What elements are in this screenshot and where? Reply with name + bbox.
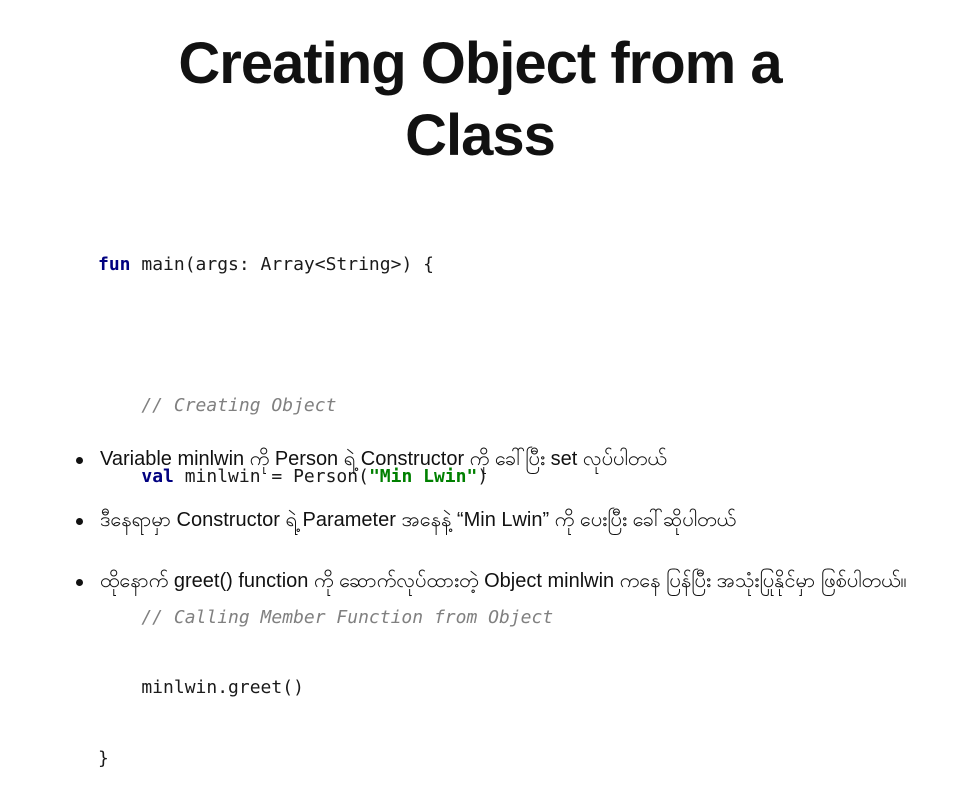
code-line-3: // Creating Object <box>98 394 553 418</box>
slide-title-line-1: Creating Object from a <box>178 31 782 96</box>
slide-title-line-2: Class <box>405 103 556 168</box>
list-item: Variable minlwin ကို Person ရဲ့ Construc… <box>72 444 932 475</box>
bullet-text: ဒီနေရာမှာ Constructor ရဲ့ Parameter အနေန… <box>100 509 737 531</box>
bullet-text: ထိုနောက် greet() function ကို ဆောက်လုပ်ထ… <box>100 570 907 592</box>
code-line-8: } <box>98 747 109 769</box>
list-item: ဒီနေရာမှာ Constructor ရဲ့ Parameter အနေန… <box>72 505 932 536</box>
code-keyword-fun: fun <box>98 254 131 275</box>
code-comment-creating-object: // Creating Object <box>98 395 337 416</box>
bullet-dot-icon <box>76 457 83 464</box>
code-line-1: fun main(args: Array<String>) { <box>98 253 553 277</box>
bullet-list: Variable minlwin ကို Person ရဲ့ Construc… <box>72 444 932 627</box>
code-main-signature: main(args: Array<String>) { <box>130 254 434 275</box>
code-line-7: minlwin.greet() <box>98 677 304 698</box>
list-item: ထိုနောက် greet() function ကို ဆောက်လုပ်ထ… <box>72 566 932 597</box>
bullet-dot-icon <box>76 518 83 525</box>
bullet-dot-icon <box>76 579 83 586</box>
slide-title: Creating Object from a Class <box>0 28 960 172</box>
bullet-text: Variable minlwin ကို Person ရဲ့ Construc… <box>100 448 667 470</box>
